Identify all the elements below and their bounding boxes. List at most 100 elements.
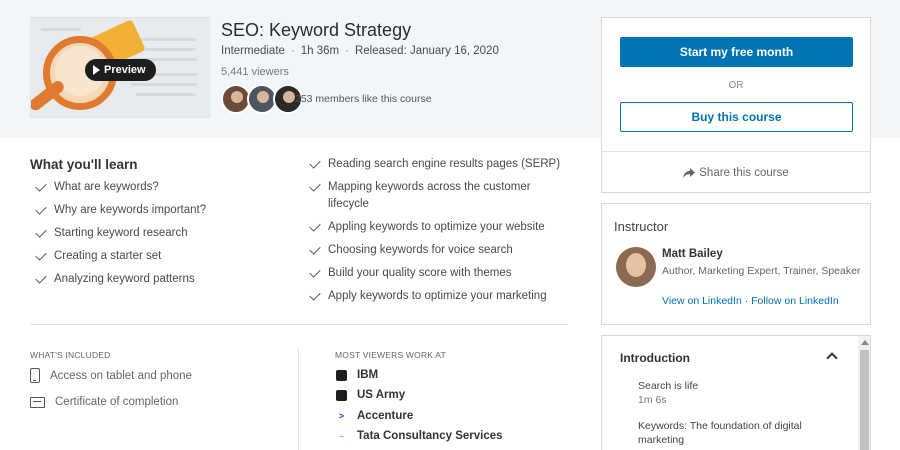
contents-section-title[interactable]: Introduction — [620, 351, 690, 365]
instructor-card: Instructor Matt Bailey Author, Marketing… — [601, 203, 871, 325]
members-suffix: like this course — [359, 93, 432, 105]
share-icon — [683, 168, 696, 178]
learn-list-left: What are keywords? Why are keywords impo… — [35, 179, 207, 294]
members-count: 253 members — [295, 93, 360, 105]
members-like[interactable]: 253 members like this course — [295, 93, 432, 105]
learn-list-right: Reading search engine results pages (SER… — [309, 156, 570, 311]
or-separator: OR — [728, 80, 744, 91]
check-icon — [35, 249, 47, 261]
share-course-button[interactable]: Share this course — [602, 167, 870, 179]
learn-heading: What you'll learn — [30, 157, 138, 172]
course-duration: 1h 36m — [300, 45, 340, 57]
check-icon — [309, 180, 321, 192]
contents-item[interactable]: Search is life 1m 6s — [638, 379, 828, 407]
included-item-text: Access on tablet and phone — [50, 369, 192, 382]
learn-item-text: Apply keywords to optimize your marketin… — [328, 290, 547, 302]
tablet-icon — [30, 368, 40, 383]
ibm-logo-icon — [336, 369, 347, 381]
check-icon — [309, 289, 321, 301]
scrollbar-thumb[interactable] — [860, 350, 869, 450]
company-us-army: US Army — [336, 389, 405, 401]
company-name: IBM — [357, 369, 379, 381]
company-ibm: IBM — [336, 369, 378, 381]
check-icon — [35, 180, 47, 192]
meta-separator: · — [345, 45, 349, 57]
contents-item[interactable]: Keywords: The foundation of digital mark… — [638, 419, 828, 447]
included-item-text: Certificate of completion — [55, 396, 179, 408]
contents-item-duration: 1m 6s — [638, 394, 667, 406]
course-thumbnail[interactable]: Preview — [30, 17, 210, 118]
learn-item: Build your quality score with themes — [309, 265, 570, 282]
learn-item: Starting keyword research — [35, 225, 206, 242]
view-on-linkedin-link[interactable]: View on LinkedIn — [662, 295, 742, 307]
section-divider — [30, 324, 568, 325]
scroll-up-icon[interactable] — [861, 340, 869, 345]
learn-item-text: Mapping keywords across the customer lif… — [328, 181, 531, 210]
contents-item-title: Search is life — [638, 380, 699, 392]
instructor-role: Author, Marketing Expert, Trainer, Speak… — [662, 265, 861, 277]
member-avatars[interactable] — [221, 84, 303, 114]
company-name: US Army — [357, 389, 406, 401]
course-contents-card: Introduction Search is life 1m 6s Keywor… — [601, 335, 871, 450]
purchase-card: Start my free month OR Buy this course S… — [601, 17, 871, 193]
instructor-links: View on LinkedIn · Follow on LinkedIn — [662, 295, 839, 307]
preview-label: Preview — [104, 64, 146, 76]
link-separator: · — [741, 295, 752, 307]
card-divider — [602, 151, 870, 152]
learn-item-text: Appling keywords to optimize your websit… — [328, 221, 545, 233]
instructor-avatar[interactable] — [616, 247, 656, 287]
check-icon — [309, 266, 321, 278]
learn-item: Analyzing keyword patterns — [35, 271, 206, 288]
tcs-logo-icon: – — [338, 431, 344, 441]
column-divider — [298, 348, 299, 450]
chevron-up-icon[interactable] — [826, 352, 838, 364]
start-free-month-button[interactable]: Start my free month — [620, 37, 853, 67]
course-released: Released: January 16, 2020 — [354, 45, 499, 57]
course-title: SEO: Keyword Strategy — [221, 20, 412, 40]
meta-separator: · — [290, 45, 295, 57]
course-meta: Intermediate · 1h 36m · Released: Januar… — [221, 45, 499, 57]
instructor-heading: Instructor — [614, 219, 669, 234]
check-icon — [35, 203, 47, 215]
learn-item-text: Reading search engine results pages (SER… — [328, 158, 561, 170]
viewers-work-heading: MOST VIEWERS WORK AT — [335, 350, 446, 360]
viewer-count: 5,441 viewers — [221, 66, 289, 78]
company-accenture: > Accenture — [336, 410, 413, 422]
included-item-tablet: Access on tablet and phone — [30, 368, 192, 383]
learn-item: Reading search engine results pages (SER… — [309, 156, 570, 173]
learn-item-text: Why are keywords important? — [54, 204, 207, 216]
learn-item-text: Analyzing keyword patterns — [54, 273, 195, 285]
contents-scrollbar[interactable] — [858, 336, 870, 450]
certificate-icon — [30, 396, 45, 408]
learn-item: Mapping keywords across the customer lif… — [309, 179, 570, 213]
share-label: Share this course — [699, 167, 789, 179]
play-icon — [93, 65, 100, 75]
included-item-certificate: Certificate of completion — [30, 396, 178, 408]
contents-item-title: Keywords: The foundation of digital mark… — [638, 420, 802, 446]
learn-item: Choosing keywords for voice search — [309, 242, 570, 259]
learn-item: Creating a starter set — [35, 248, 206, 265]
check-icon — [309, 157, 321, 169]
check-icon — [35, 272, 47, 284]
company-tcs: – Tata Consultancy Services — [336, 430, 503, 442]
learn-item-text: Choosing keywords for voice search — [328, 244, 513, 256]
learn-item-text: Starting keyword research — [54, 227, 188, 239]
learn-item: What are keywords? — [35, 179, 206, 196]
learn-item-text: What are keywords? — [54, 181, 159, 193]
learn-item: Why are keywords important? — [35, 202, 207, 219]
follow-on-linkedin-link[interactable]: Follow on LinkedIn — [751, 295, 839, 307]
buy-course-button[interactable]: Buy this course — [620, 102, 853, 132]
check-icon — [35, 226, 47, 238]
preview-button[interactable]: Preview — [85, 59, 156, 81]
company-name: Tata Consultancy Services — [357, 430, 503, 442]
learn-item-text: Build your quality score with themes — [328, 267, 512, 279]
army-logo-icon — [336, 389, 347, 401]
learn-item-text: Creating a starter set — [54, 250, 162, 262]
accenture-logo-icon: > — [338, 411, 345, 421]
learn-item: Apply keywords to optimize your marketin… — [309, 288, 570, 305]
check-icon — [309, 220, 321, 232]
instructor-name[interactable]: Matt Bailey — [662, 248, 723, 260]
check-icon — [309, 243, 321, 255]
course-level: Intermediate — [221, 45, 285, 57]
company-name: Accenture — [357, 410, 414, 422]
